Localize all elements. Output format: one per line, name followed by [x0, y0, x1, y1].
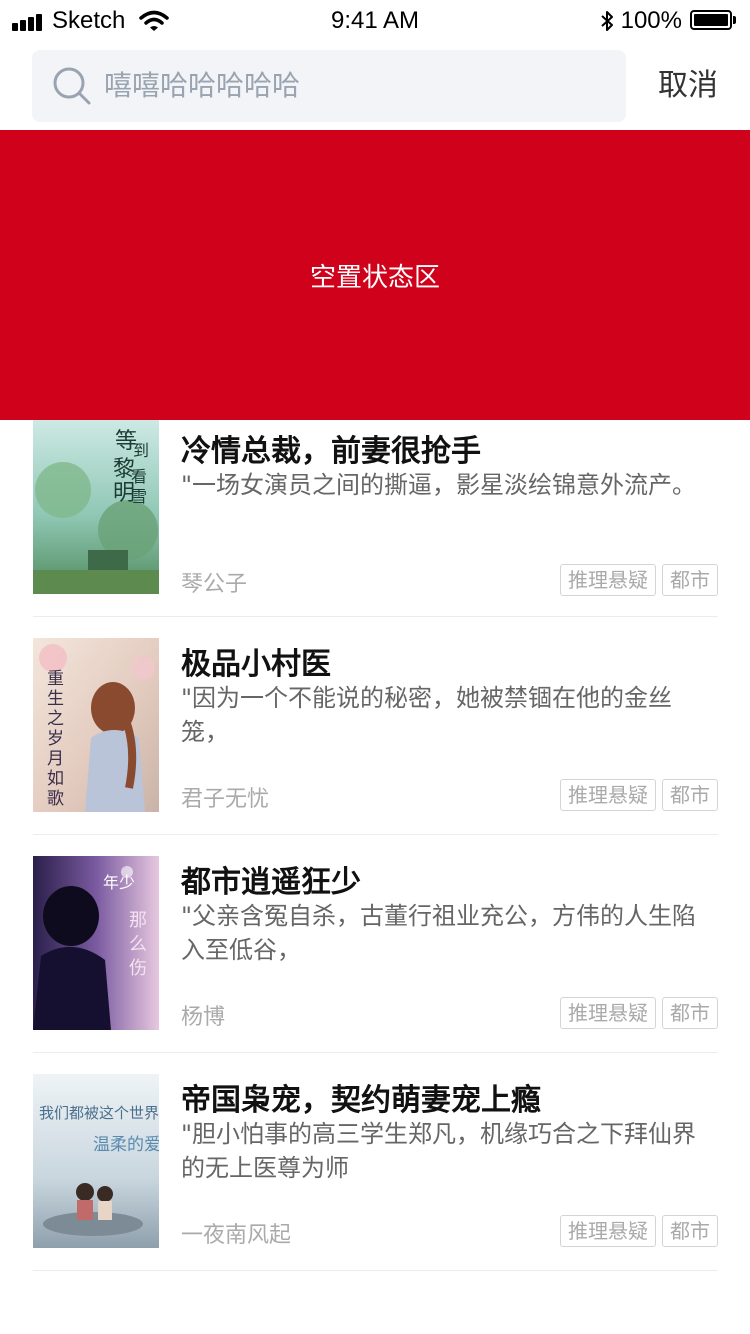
book-title: 帝国枭宠，契约萌妻宠上瘾 — [181, 1083, 541, 1118]
book-description: "一场女演员之间的撕逼，影星淡绘锦意外流产。 — [181, 471, 697, 499]
book-list: 等 到 黎 看 明 雪 冷情总裁，前妻很抢手 "一场女演员之间的撕逼，影星淡绘锦… — [0, 420, 750, 1271]
book-description: "父亲含冤自杀，古董行祖业充公，方伟的人生陷入至低谷， — [181, 902, 697, 964]
book-author: 杨博 — [181, 1005, 226, 1030]
svg-text:雪: 雪 — [131, 487, 147, 506]
tag-badge: 推理悬疑 — [560, 1215, 656, 1247]
book-tags: 推理悬疑 都市 — [554, 1215, 718, 1247]
tag-badge: 都市 — [662, 1215, 718, 1247]
tag-badge: 推理悬疑 — [560, 997, 656, 1029]
search-bar: 嘻嘻哈哈哈哈哈 取消 — [0, 40, 750, 130]
svg-text:我们都被这个世界: 我们都被这个世界 — [39, 1104, 159, 1122]
svg-text:那: 那 — [129, 910, 147, 931]
divider — [33, 1270, 718, 1271]
svg-text:生: 生 — [47, 689, 64, 709]
book-cover-image: 等 到 黎 看 明 雪 — [33, 420, 159, 594]
book-title: 冷情总裁，前妻很抢手 — [181, 434, 481, 469]
tag-badge: 推理悬疑 — [560, 779, 656, 811]
book-author: 琴公子 — [181, 572, 248, 597]
svg-text:岁: 岁 — [47, 729, 64, 749]
battery-icon — [690, 10, 738, 32]
book-title: 极品小村医 — [181, 647, 331, 682]
svg-text:月: 月 — [47, 749, 64, 769]
status-bar: Sketch 9:41 AM 100% — [0, 0, 750, 40]
svg-text:温柔的爱着: 温柔的爱着 — [93, 1135, 159, 1155]
svg-text:伤: 伤 — [129, 958, 147, 979]
bluetooth-icon — [600, 11, 613, 31]
book-tags: 推理悬疑 都市 — [554, 564, 718, 596]
book-cover-image: 我们都被这个世界 温柔的爱着 — [33, 1074, 159, 1248]
svg-text:重: 重 — [47, 669, 64, 689]
book-description: "胆小怕事的高三学生郑凡，机缘巧合之下拜仙界的无上医尊为师 — [181, 1120, 697, 1182]
tag-badge: 推理悬疑 — [560, 564, 656, 596]
book-cover-image: 重 生 之 岁 月 如 歌 — [33, 638, 159, 812]
book-cover-image: 年少 那 么 伤 — [33, 856, 159, 1030]
book-list-item[interactable]: 等 到 黎 看 明 雪 冷情总裁，前妻很抢手 "一场女演员之间的撕逼，影星淡绘锦… — [0, 420, 750, 617]
book-author: 一夜南风起 — [181, 1223, 292, 1248]
empty-state-area: 空置状态区 — [0, 130, 750, 420]
battery-percentage: 100% — [620, 7, 682, 34]
book-list-item[interactable]: 重 生 之 岁 月 如 歌 极品小村医 "因为一个不能说的秘密，她被禁锢在他的金… — [0, 617, 750, 835]
svg-text:么: 么 — [129, 934, 147, 955]
search-icon — [53, 67, 91, 105]
book-author: 君子无忧 — [181, 787, 270, 812]
book-title: 都市逍遥狂少 — [181, 865, 361, 900]
book-tags: 推理悬疑 都市 — [554, 997, 718, 1029]
tag-badge: 都市 — [662, 779, 718, 811]
tag-badge: 都市 — [662, 564, 718, 596]
empty-state-label: 空置状态区 — [309, 262, 440, 293]
book-tags: 推理悬疑 都市 — [554, 779, 718, 811]
search-input[interactable]: 嘻嘻哈哈哈哈哈 — [32, 50, 626, 122]
book-description: "因为一个不能说的秘密，她被禁锢在他的金丝笼， — [181, 684, 673, 746]
svg-text:歌: 歌 — [47, 789, 64, 809]
tag-badge: 都市 — [662, 997, 718, 1029]
svg-text:年少: 年少 — [103, 873, 135, 892]
svg-text:如: 如 — [47, 769, 64, 789]
search-query-text: 嘻嘻哈哈哈哈哈 — [104, 69, 301, 102]
book-list-item[interactable]: 年少 那 么 伤 都市逍遥狂少 "父亲含冤自杀，古董行祖业充公，方伟的人生陷入至… — [0, 835, 750, 1053]
svg-text:之: 之 — [47, 709, 64, 729]
svg-text:到: 到 — [133, 441, 149, 460]
cancel-button[interactable]: 取消 — [640, 50, 736, 122]
book-list-item[interactable]: 我们都被这个世界 温柔的爱着 帝国枭宠，契约萌妻宠上瘾 "胆小怕事的高三学生郑凡… — [0, 1053, 750, 1271]
